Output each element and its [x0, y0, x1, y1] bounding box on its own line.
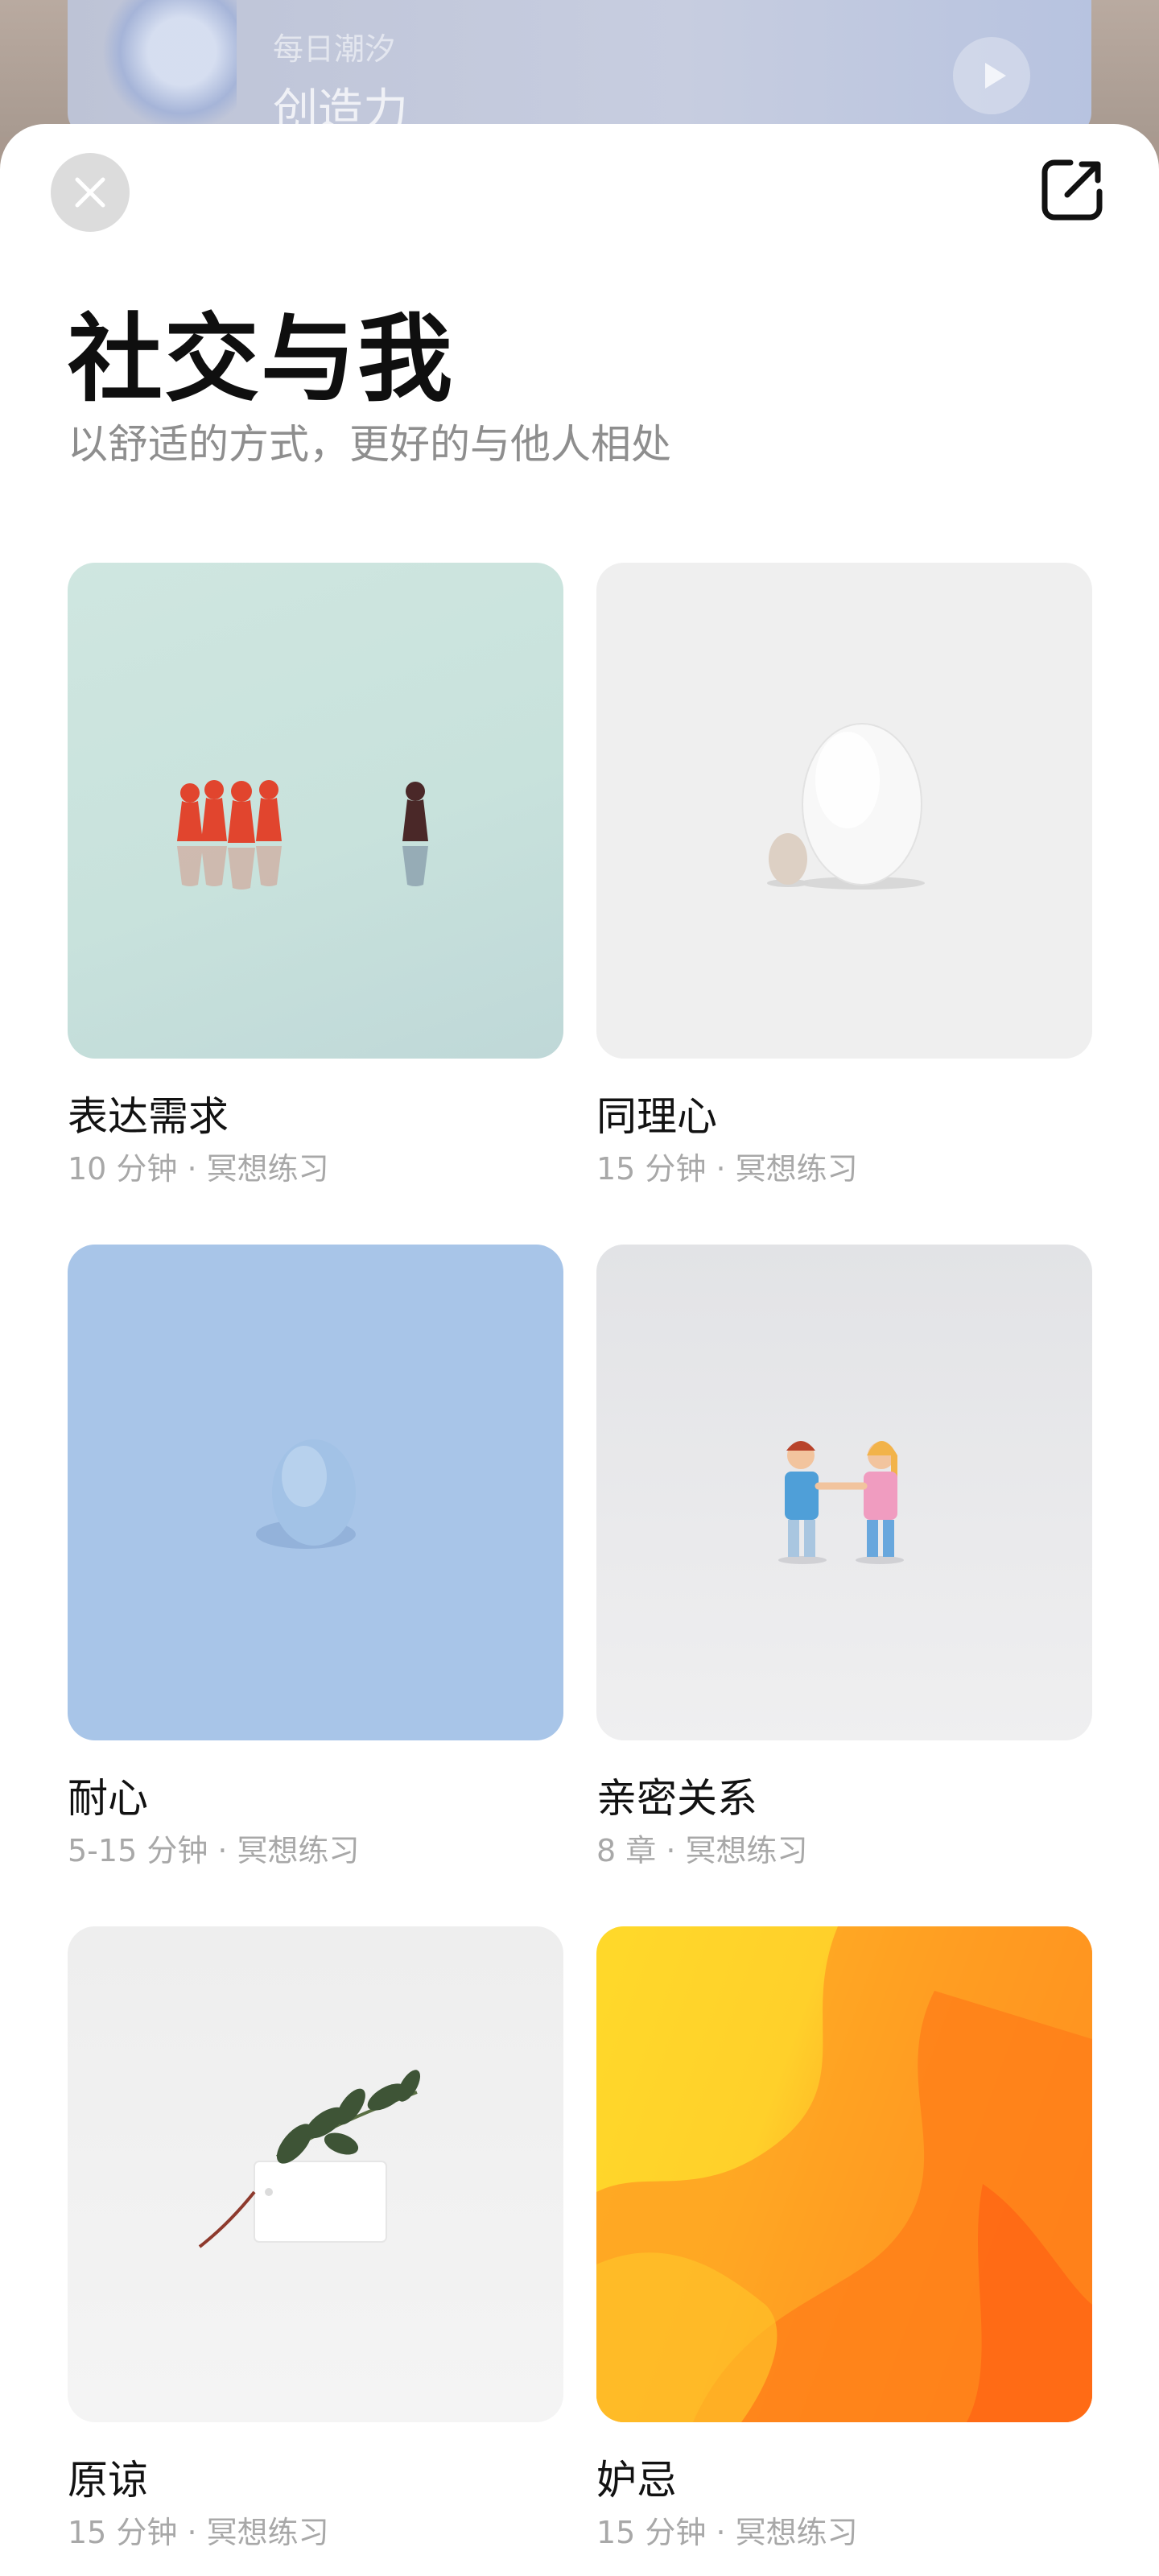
card-meta: 15 分钟 · 冥想练习	[68, 2515, 329, 2550]
meditation-card-express-needs[interactable]: 表达需求 10 分钟 · 冥想练习	[68, 563, 563, 1187]
card-thumbnail	[596, 1245, 1092, 1740]
pawns-illustration	[177, 780, 428, 890]
collection-sheet: 社交与我 以舒适的方式，更好的与他人相处 表达需求 10 分钟 · 冥想练习 同…	[0, 124, 1159, 2576]
egg-illustration	[256, 1439, 356, 1549]
background-layer: 每日潮汐 创造力	[0, 0, 1159, 137]
card-thumbnail	[596, 563, 1092, 1059]
card-thumbnail	[68, 563, 563, 1059]
card-title: 表达需求	[68, 1093, 229, 1140]
card-meta: 10 分钟 · 冥想练习	[68, 1151, 329, 1187]
card-title: 耐心	[68, 1775, 148, 1822]
card-title: 同理心	[596, 1093, 717, 1140]
eggs-illustration	[767, 723, 925, 890]
share-button[interactable]	[1038, 156, 1106, 224]
page-title: 社交与我	[68, 303, 455, 415]
now-playing-card[interactable]: 每日潮汐 创造力	[68, 0, 1091, 137]
meditation-card-forgiveness[interactable]: 原谅 15 分钟 · 冥想练习	[68, 1926, 563, 2550]
card-meta: 15 分钟 · 冥想练习	[596, 2515, 858, 2550]
share-external-icon	[1041, 159, 1103, 221]
now-playing-subtitle: 每日潮汐	[273, 31, 396, 67]
play-icon[interactable]	[953, 37, 1030, 114]
card-meta: 5-15 分钟 · 冥想练习	[68, 1833, 360, 1868]
card-meta: 8 章 · 冥想练习	[596, 1833, 808, 1868]
card-title: 原谅	[68, 2457, 148, 2504]
card-title: 妒忌	[596, 2457, 677, 2504]
leaf-tag-illustration	[198, 2070, 420, 2248]
abstract-paint-illustration	[596, 1926, 1092, 2422]
meditation-card-jealousy[interactable]: 妒忌 15 分钟 · 冥想练习	[596, 1926, 1092, 2550]
toy-figures-illustration	[778, 1441, 904, 1564]
close-icon	[75, 177, 105, 208]
meditation-card-intimacy[interactable]: 亲密关系 8 章 · 冥想练习	[596, 1245, 1092, 1868]
meditation-card-patience[interactable]: 耐心 5-15 分钟 · 冥想练习	[68, 1245, 563, 1868]
card-title: 亲密关系	[596, 1775, 757, 1822]
page-subtitle: 以舒适的方式，更好的与他人相处	[68, 421, 671, 468]
card-thumbnail	[68, 1245, 563, 1740]
card-meta: 15 分钟 · 冥想练习	[596, 1151, 858, 1187]
card-thumbnail	[68, 1926, 563, 2422]
now-playing-artwork	[100, 0, 237, 129]
close-button[interactable]	[51, 153, 130, 232]
card-thumbnail	[596, 1926, 1092, 2422]
meditation-card-empathy[interactable]: 同理心 15 分钟 · 冥想练习	[596, 563, 1092, 1187]
